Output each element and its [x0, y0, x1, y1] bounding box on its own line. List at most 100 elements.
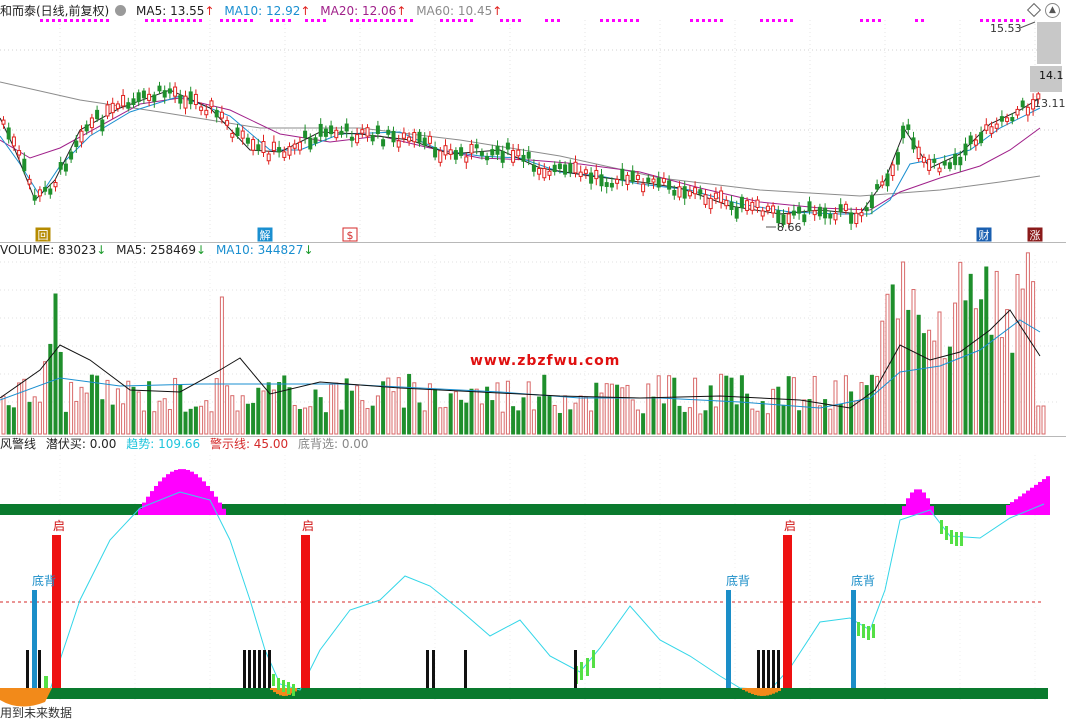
- black-tick: [464, 650, 467, 688]
- volume-bar: [188, 408, 193, 435]
- candle: [277, 147, 282, 153]
- candle: [563, 164, 568, 175]
- candle: [69, 151, 74, 160]
- candle: [235, 127, 240, 137]
- candle: [921, 156, 926, 163]
- candle: [531, 164, 536, 172]
- candle: [167, 88, 172, 94]
- candle: [17, 150, 22, 156]
- candle: [266, 153, 271, 162]
- signal-dot: [440, 19, 443, 22]
- orange-fill: [742, 688, 745, 690]
- volume-bar: [53, 293, 58, 435]
- candle: [885, 173, 890, 187]
- volume-bar: [110, 404, 115, 435]
- volume-bar: [100, 399, 105, 435]
- volume-bar: [724, 375, 729, 435]
- volume-bar: [225, 385, 230, 435]
- candle: [344, 123, 349, 132]
- volume-bar: [511, 406, 516, 435]
- magenta-mound: [218, 502, 222, 515]
- orange-fill: [748, 688, 751, 693]
- candle: [100, 119, 105, 132]
- magenta-mound: [902, 506, 906, 515]
- volume-bar: [84, 392, 89, 435]
- volume-bar: [152, 411, 157, 435]
- magenta-ramp: [1046, 476, 1050, 515]
- candle: [916, 146, 921, 160]
- candle: [963, 143, 968, 156]
- candle: [505, 142, 510, 150]
- signal-dot: [76, 19, 79, 22]
- volume-bar: [490, 400, 495, 435]
- volume-bar: [765, 413, 770, 435]
- candle: [1020, 100, 1025, 108]
- magenta-mound: [906, 498, 910, 515]
- candle: [136, 92, 141, 102]
- candle: [141, 90, 146, 99]
- candle: [760, 210, 765, 217]
- volume-bar: [256, 387, 261, 435]
- volume-bar: [994, 270, 999, 435]
- orange-fill: [775, 688, 778, 693]
- volume-bar: [495, 382, 500, 435]
- volume-bar: [412, 382, 417, 435]
- price-panel: [0, 19, 1062, 230]
- volume-bar: [745, 393, 750, 435]
- volume-bar: [235, 410, 240, 435]
- candle: [427, 135, 432, 144]
- candle: [386, 129, 391, 135]
- signal-dot: [238, 19, 241, 22]
- candle: [84, 124, 89, 132]
- volume-bar: [1025, 252, 1030, 435]
- candle: [297, 141, 302, 151]
- signal-dot: [766, 19, 769, 22]
- candle: [162, 90, 167, 98]
- signal-dot: [175, 19, 178, 22]
- candle: [724, 199, 729, 207]
- volume-bar: [698, 413, 703, 435]
- candle: [729, 201, 734, 210]
- magenta-mound: [198, 477, 202, 515]
- magenta-ramp: [1034, 484, 1038, 515]
- volume-bar: [1041, 405, 1046, 435]
- orange-fill: [772, 688, 775, 694]
- signal-dot: [232, 19, 235, 22]
- magenta-mound: [142, 502, 146, 515]
- volume-bar: [6, 405, 11, 435]
- signal-dot: [630, 19, 633, 22]
- volume-bar: [282, 375, 287, 435]
- volume-bar: [199, 405, 204, 435]
- candle: [609, 182, 614, 188]
- green-tick: [862, 624, 865, 638]
- volume-bar: [37, 401, 42, 435]
- green-tick: [940, 520, 943, 534]
- volume-bar: [1010, 352, 1015, 435]
- black-tick: [762, 650, 765, 688]
- candle: [32, 195, 37, 201]
- volume-bar: [594, 382, 599, 435]
- candle: [734, 207, 739, 219]
- signal-dot: [518, 19, 521, 22]
- candle: [490, 149, 495, 156]
- signal-dot: [100, 19, 103, 22]
- volume-bar: [43, 361, 48, 435]
- volume-bar: [121, 403, 126, 435]
- qi-bar: [301, 535, 310, 688]
- candle: [589, 172, 594, 184]
- candle: [537, 167, 542, 175]
- orange-fill: [757, 688, 760, 696]
- candle: [890, 164, 895, 177]
- candle: [225, 120, 230, 126]
- candle: [573, 161, 578, 174]
- green-tick: [955, 532, 958, 546]
- signal-dot: [187, 19, 190, 22]
- signal-dot: [193, 19, 196, 22]
- signal-dot: [557, 19, 560, 22]
- signal-dot: [151, 19, 154, 22]
- volume-bar: [157, 400, 162, 435]
- volume-bar: [89, 374, 94, 435]
- candle: [287, 146, 292, 156]
- candle: [318, 123, 323, 137]
- signal-dot: [986, 19, 989, 22]
